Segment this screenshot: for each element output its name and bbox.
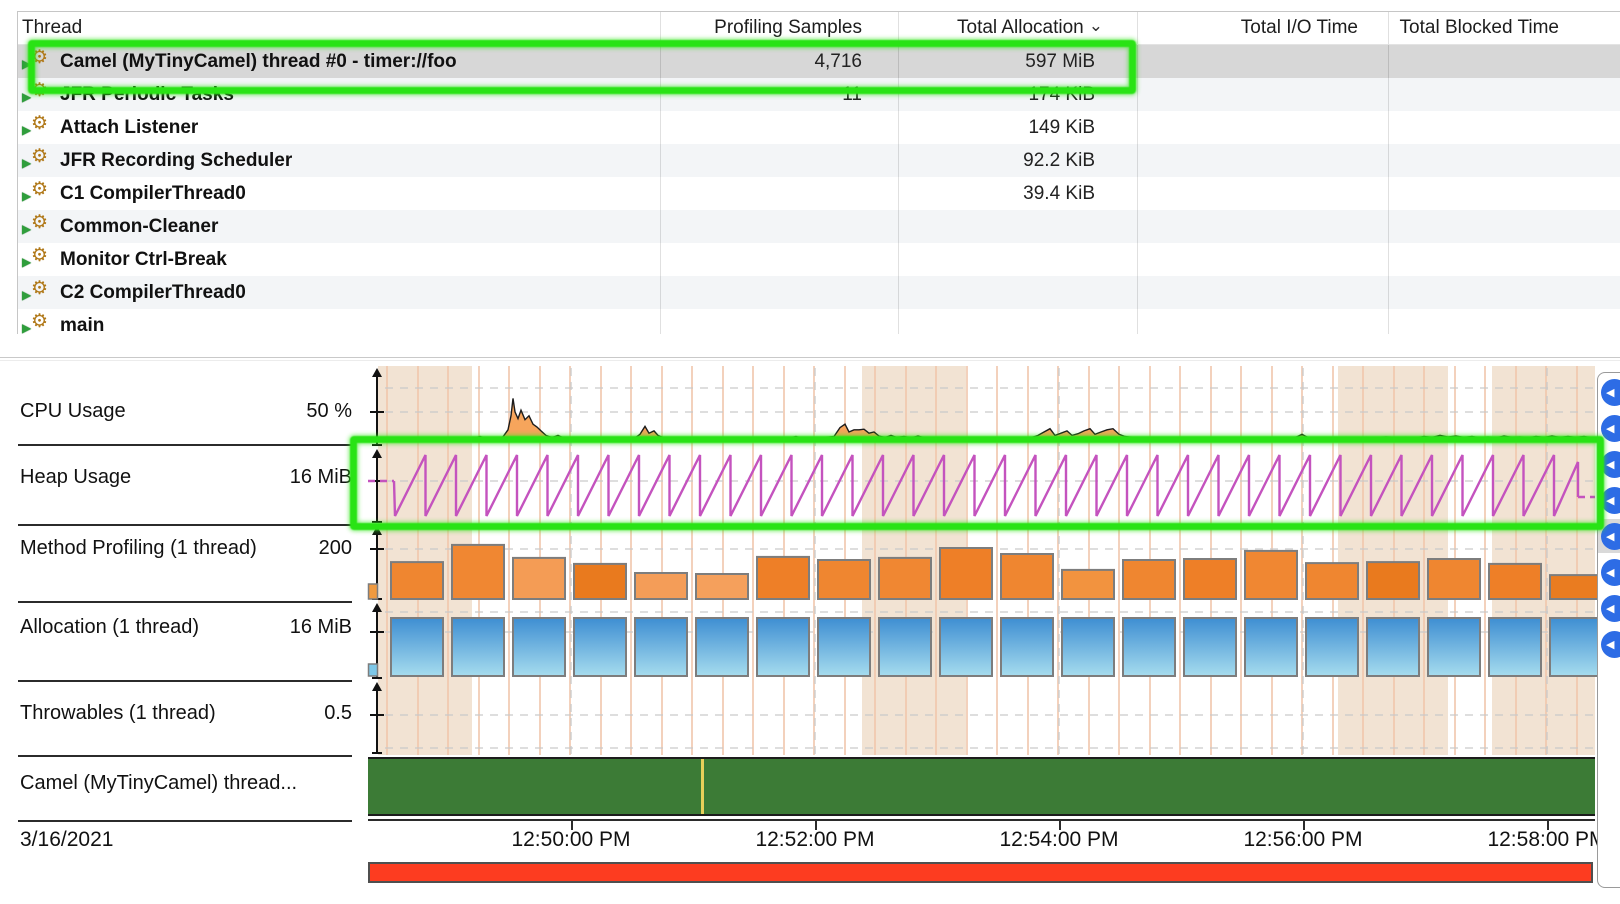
method-profiling-bar	[757, 557, 809, 599]
method-profiling-bar	[513, 558, 565, 599]
method-profiling-bar	[1550, 575, 1602, 599]
method-profiling-bar	[879, 558, 931, 599]
jmc-threads-view: ThreadProfiling SamplesTotal Allocation⌄…	[0, 0, 1620, 904]
collapse-left-icon: ◀	[1606, 494, 1614, 507]
method-profiling-bar	[1367, 562, 1419, 599]
method-profiling-bar	[696, 574, 748, 599]
allocation-bar	[1306, 618, 1358, 676]
allocation-bar	[574, 618, 626, 676]
method-profiling-bar	[1184, 559, 1236, 599]
allocation-bar	[1184, 618, 1236, 676]
method-profiling-bar	[1428, 559, 1480, 599]
collapse-left-icon: ◀	[1606, 386, 1614, 399]
method-profiling-bar	[391, 562, 443, 599]
allocation-bar	[1123, 618, 1175, 676]
event-marker-line	[701, 759, 704, 814]
collapse-left-icon: ◀	[1606, 458, 1614, 471]
collapse-left-icon: ◀	[1606, 422, 1614, 435]
method-profiling-bar	[1123, 560, 1175, 599]
allocation-bar	[818, 618, 870, 676]
collapse-left-icon: ◀	[1606, 602, 1614, 615]
time-axis-label: 12:56:00 PM	[1203, 828, 1403, 852]
allocation-bar	[1489, 618, 1541, 676]
timeline-scrollbar-thumb[interactable]	[370, 864, 1591, 881]
method-profiling-bar	[940, 548, 992, 599]
allocation-bar	[1001, 618, 1053, 676]
method-profiling-bar	[1001, 554, 1053, 599]
timeline-scrollbar[interactable]	[368, 862, 1593, 883]
time-axis-label: 12:58:00 PM	[1447, 828, 1620, 852]
allocation-bar	[879, 618, 931, 676]
allocation-bar	[1367, 618, 1419, 676]
time-axis-label: 12:50:00 PM	[471, 828, 671, 852]
allocation-bar	[1245, 618, 1297, 676]
allocation-bar	[940, 618, 992, 676]
allocation-bar	[1550, 618, 1602, 676]
method-profiling-stub-bar	[369, 584, 378, 599]
allocation-bar	[696, 618, 748, 676]
method-profiling-bar	[1062, 570, 1114, 599]
allocation-bar	[757, 618, 809, 676]
method-profiling-bar	[574, 564, 626, 599]
allocation-bar	[452, 618, 504, 676]
collapse-left-icon: ◀	[1606, 566, 1614, 579]
lane-y-axis	[370, 449, 384, 522]
allocation-bar	[635, 618, 687, 676]
time-axis-label: 12:54:00 PM	[959, 828, 1159, 852]
thread-activity-lane[interactable]	[368, 757, 1595, 816]
method-profiling-bar	[1245, 551, 1297, 599]
allocation-bar	[513, 618, 565, 676]
allocation-bar	[1062, 618, 1114, 676]
cpu-usage-line	[368, 398, 1595, 440]
allocation-bar	[1428, 618, 1480, 676]
lane-y-axis	[370, 368, 384, 445]
allocation-bar	[391, 618, 443, 676]
allocation-stub-bar	[369, 664, 378, 676]
cpu-usage-area	[368, 398, 1595, 441]
collapse-left-icon: ◀	[1606, 530, 1614, 543]
method-profiling-bar	[818, 560, 870, 599]
method-profiling-bar	[635, 573, 687, 599]
collapse-left-icon: ◀	[1606, 638, 1614, 651]
method-profiling-bar	[1489, 564, 1541, 599]
lane-config-panel	[1597, 372, 1620, 888]
lane-y-axis	[370, 682, 384, 753]
method-profiling-bar	[1306, 563, 1358, 599]
time-axis	[368, 819, 1595, 821]
method-profiling-bar	[452, 545, 504, 599]
time-axis-label: 12:52:00 PM	[715, 828, 915, 852]
